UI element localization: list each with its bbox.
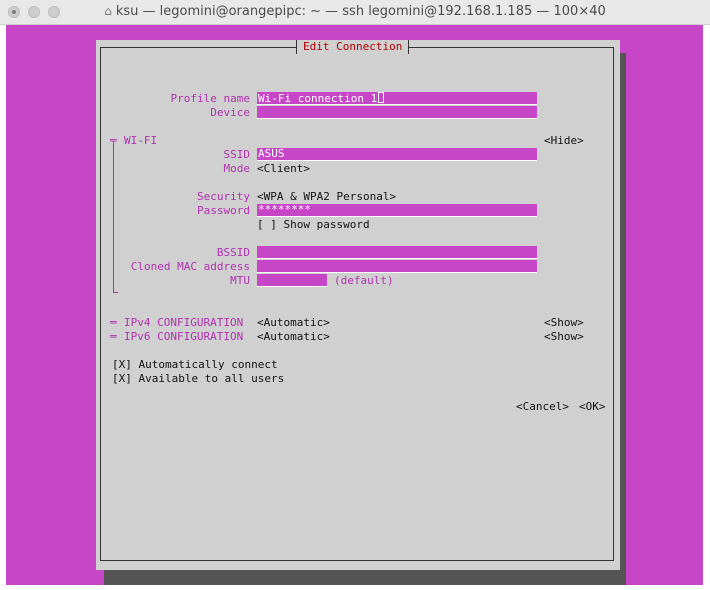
terminal-area: Edit Connection Profile name Wi-Fi conne… bbox=[6, 25, 703, 585]
profile-name-label: Profile name bbox=[170, 92, 250, 105]
wifi-section-bracket-end bbox=[113, 292, 118, 293]
ssid-label: SSID bbox=[223, 148, 251, 161]
cancel-button[interactable]: <Cancel> bbox=[516, 400, 569, 414]
mtu-label: MTU bbox=[230, 274, 250, 287]
auto-connect-checkbox[interactable]: [X] Automatically connect bbox=[112, 358, 278, 372]
device-input[interactable] bbox=[257, 106, 537, 119]
cloned-mac-input[interactable] bbox=[257, 260, 537, 273]
ipv4-method-select[interactable]: <Automatic> bbox=[257, 316, 330, 330]
mode-label: Mode bbox=[223, 162, 251, 175]
edit-connection-dialog: Edit Connection Profile name Wi-Fi conne… bbox=[96, 40, 620, 570]
window-titlebar: ⌂ ksu — legomini@orangepipc: ~ — ssh lego… bbox=[0, 0, 710, 25]
wifi-hide-button[interactable]: <Hide> bbox=[544, 134, 584, 148]
all-users-checkbox[interactable]: [X] Available to all users bbox=[112, 372, 284, 386]
home-icon: ⌂ bbox=[104, 4, 112, 18]
wifi-section-label: WI-FI bbox=[124, 134, 158, 147]
ipv4-show-button[interactable]: <Show> bbox=[544, 316, 584, 330]
bssid-label: BSSID bbox=[216, 246, 250, 259]
window-title: ksu — legomini@orangepipc: ~ — ssh legom… bbox=[115, 4, 606, 19]
ssid-input[interactable]: ASUS bbox=[257, 148, 537, 161]
ipv6-label: IPv6 CONFIGURATION bbox=[124, 330, 244, 343]
bssid-input[interactable] bbox=[257, 246, 537, 259]
ipv6-section-marker: ═ bbox=[110, 330, 117, 343]
profile-name-input[interactable]: Wi-Fi connection 1 bbox=[257, 92, 537, 105]
dialog-frame bbox=[100, 47, 614, 561]
mtu-default-hint: (default) bbox=[334, 274, 394, 287]
cloned-mac-label: Cloned MAC address bbox=[130, 260, 250, 273]
security-label: Security bbox=[197, 190, 250, 203]
dialog-title: Edit Connection bbox=[296, 40, 410, 54]
show-password-checkbox[interactable]: [ ] Show password bbox=[257, 218, 370, 232]
text-cursor bbox=[378, 92, 385, 103]
security-select[interactable]: <WPA & WPA2 Personal> bbox=[257, 190, 396, 204]
device-label: Device bbox=[210, 106, 250, 119]
wifi-section-bracket bbox=[113, 144, 114, 292]
mtu-input[interactable] bbox=[257, 274, 327, 287]
ipv6-method-select[interactable]: <Automatic> bbox=[257, 330, 330, 344]
ipv4-label: IPv4 CONFIGURATION bbox=[124, 316, 244, 329]
ipv4-section-marker: ═ bbox=[110, 316, 117, 329]
ipv6-show-button[interactable]: <Show> bbox=[544, 330, 584, 344]
password-label: Password bbox=[197, 204, 250, 217]
profile-name-value: Wi-Fi connection 1 bbox=[258, 92, 378, 105]
ok-button[interactable]: <OK> bbox=[579, 400, 606, 414]
password-input[interactable]: ******** bbox=[257, 204, 537, 217]
window-title-container: ⌂ ksu — legomini@orangepipc: ~ — ssh lego… bbox=[0, 4, 710, 19]
mode-select[interactable]: <Client> bbox=[257, 162, 310, 176]
